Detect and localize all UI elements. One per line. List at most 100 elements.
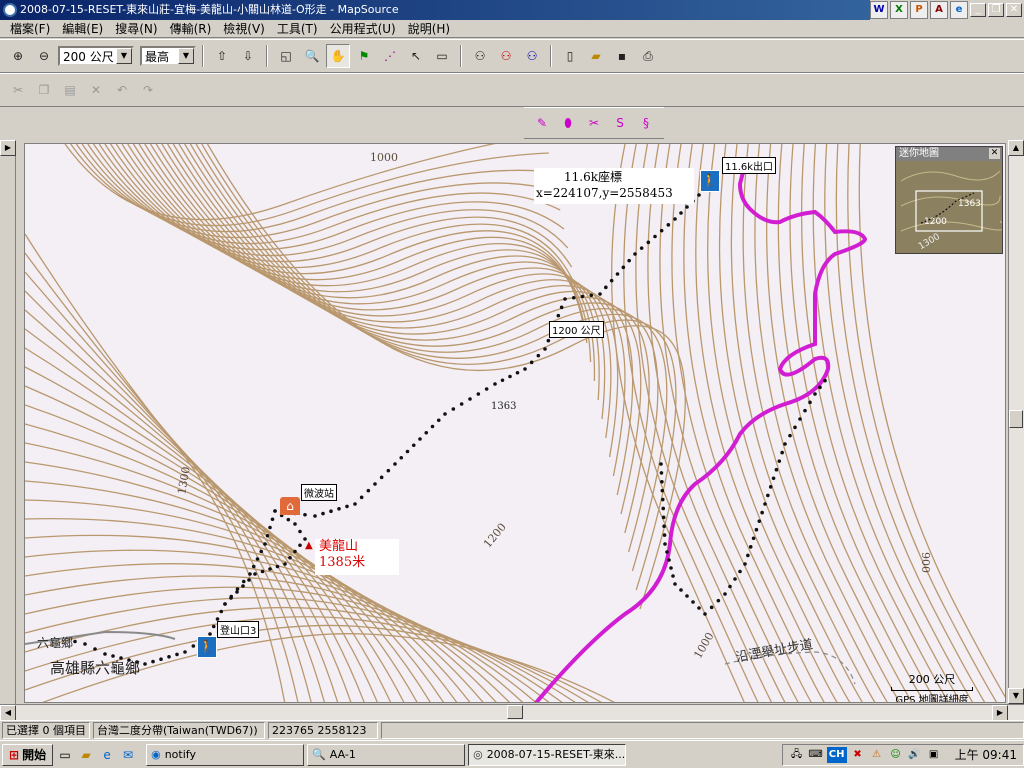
zoom-scale-select[interactable]: 200 公尺 ▼	[58, 46, 134, 66]
track-point	[639, 246, 644, 250]
zoom-in-icon[interactable]: ⊕	[6, 44, 30, 68]
scroll-up-icon[interactable]: ▲	[1008, 140, 1024, 156]
office-ie-icon[interactable]: e	[950, 1, 968, 19]
waypoint-entrance-label[interactable]: 登山口3	[217, 621, 260, 638]
track-point	[399, 455, 404, 460]
track-eraser-icon[interactable]: ⬮	[556, 111, 580, 135]
expand-panel-icon[interactable]: ▶	[0, 140, 16, 156]
taskbar-item-mapsource[interactable]: ◎ 2008-07-15-RESET-東來...	[468, 743, 627, 766]
menu-utilities[interactable]: 公用程式(U)	[324, 20, 402, 38]
office-powerpoint-icon[interactable]: P	[910, 1, 928, 19]
explorer-icon[interactable]: ▰	[77, 746, 95, 764]
house-icon[interactable]: ⌂	[280, 497, 300, 515]
vertical-scrollbar[interactable]: ▲ ▼	[1008, 140, 1024, 704]
scroll-down-icon[interactable]: ▼	[1008, 688, 1024, 704]
track-point	[411, 443, 416, 448]
zoom-tool-icon[interactable]: 🔍	[300, 44, 324, 68]
select-map-icon[interactable]: ◱	[274, 44, 298, 68]
cut-icon[interactable]: ✂	[6, 78, 30, 102]
find-nearby-icon[interactable]: ⚇	[494, 44, 518, 68]
antivirus-icon[interactable]: ✖	[850, 747, 866, 763]
taskbar-item-notify[interactable]: ◉ notify	[146, 743, 305, 766]
outlook-icon[interactable]: ✉	[119, 746, 137, 764]
security-icon[interactable]: ⚠	[869, 747, 885, 763]
menu-tools[interactable]: 工具(T)	[271, 20, 324, 38]
restore-button[interactable]: ❐	[988, 3, 1004, 17]
menu-file[interactable]: 檔案(F)	[4, 20, 56, 38]
copy-icon[interactable]: ❐	[32, 78, 56, 102]
delete-icon[interactable]: ✕	[84, 78, 108, 102]
new-file-icon[interactable]: ▯	[558, 44, 582, 68]
zoom-out-icon[interactable]: ⊖	[32, 44, 56, 68]
minimize-button[interactable]: _	[970, 3, 986, 17]
close-button[interactable]: ✕	[1006, 3, 1022, 17]
menu-transfer[interactable]: 傳輸(R)	[164, 20, 218, 38]
track-join-icon[interactable]: §	[634, 111, 658, 135]
vertical-scroll-thumb[interactable]	[1009, 410, 1023, 428]
track-point	[685, 205, 689, 209]
toolbar-separator	[266, 45, 268, 67]
track-edit-icon[interactable]: ✎	[530, 111, 554, 135]
menu-find[interactable]: 搜尋(N)	[109, 20, 163, 38]
track-connect-icon[interactable]: S	[608, 111, 632, 135]
office-excel-icon[interactable]: X	[890, 1, 908, 19]
network-icon[interactable]: 🖧	[789, 747, 805, 763]
language-indicator[interactable]: CH	[826, 746, 847, 763]
volume-icon[interactable]: 🔊	[907, 747, 923, 763]
menu-edit[interactable]: 編輯(E)	[56, 20, 109, 38]
search-icon: 🔍	[312, 747, 326, 761]
receive-from-device-icon[interactable]: ⇧	[210, 44, 234, 68]
waypoint-1200m-label[interactable]: 1200 公尺	[549, 321, 604, 338]
undo-icon[interactable]: ↶	[110, 78, 134, 102]
keyboard-icon[interactable]: ⌨	[808, 747, 824, 763]
hiker-icon[interactable]: 🚶	[197, 636, 217, 658]
peak-callout[interactable]: 美龍山 1385米	[315, 539, 399, 575]
save-disk-icon[interactable]: ▪	[610, 44, 634, 68]
track-point	[723, 592, 727, 596]
paste-icon[interactable]: ▤	[58, 78, 82, 102]
find-address-icon[interactable]: ⚇	[520, 44, 544, 68]
horizontal-scroll-thumb[interactable]	[507, 705, 523, 719]
selection-arrow-icon[interactable]: ↖	[404, 44, 428, 68]
close-icon[interactable]: ✕	[989, 148, 1000, 159]
detail-level-select[interactable]: 最高 ▼	[140, 46, 196, 66]
peak-triangle-icon[interactable]: ▲	[305, 540, 313, 551]
redo-icon[interactable]: ↷	[136, 78, 160, 102]
map-canvas[interactable]: 1000 1300 1200 1000 900 1363 11.6k座標 x=2…	[24, 143, 1006, 703]
track-point	[662, 524, 666, 529]
waypoint-microwave-label[interactable]: 微波站	[301, 484, 337, 501]
route-tool-icon[interactable]: ⋰	[378, 44, 402, 68]
mapsource-app-icon[interactable]	[3, 3, 17, 17]
monitor-icon[interactable]: ▣	[926, 747, 942, 763]
title-bar[interactable]: 2008-07-15-RESET-東來山莊-宜梅-美龍山-小關山林道-O形走 -…	[0, 0, 1024, 20]
desktop-icon[interactable]: ▭	[56, 746, 74, 764]
chevron-down-icon[interactable]: ▼	[178, 48, 194, 64]
start-button[interactable]: ⊞ 開始	[2, 743, 54, 766]
topo-map-svg[interactable]	[25, 144, 1006, 703]
print-icon[interactable]: ⎙	[636, 44, 660, 68]
waypoint-exit-label[interactable]: 11.6k出口	[722, 157, 777, 174]
taskbar-item-aa1[interactable]: 🔍 AA-1	[307, 743, 466, 766]
coord-callout[interactable]: 11.6k座標 x=224107,y=2558453	[534, 168, 694, 204]
open-folder-icon[interactable]: ▰	[584, 44, 608, 68]
menu-view[interactable]: 檢視(V)	[217, 20, 271, 38]
office-access-icon[interactable]: A	[930, 1, 948, 19]
send-to-device-icon[interactable]: ⇩	[236, 44, 260, 68]
overview-map-panel[interactable]: 迷你地圖 ✕ 1363 1200 1300	[895, 146, 1005, 254]
ie-icon[interactable]: e	[98, 746, 116, 764]
track-point	[543, 347, 547, 351]
track-divide-icon[interactable]: ✂	[582, 111, 606, 135]
chevron-down-icon[interactable]: ▼	[116, 48, 132, 64]
distance-measure-icon[interactable]: ▭	[430, 44, 454, 68]
office-word-icon[interactable]: W	[870, 1, 888, 19]
find-binoculars-icon[interactable]: ⚇	[468, 44, 492, 68]
scroll-left-icon[interactable]: ◀	[0, 705, 16, 721]
overview-title-bar: 迷你地圖 ✕	[896, 147, 1002, 161]
hand-pan-icon[interactable]: ✋	[326, 44, 350, 68]
waypoint-flag-icon[interactable]: ⚑	[352, 44, 376, 68]
hiker-icon[interactable]: 🚶	[700, 170, 720, 192]
scroll-right-icon[interactable]: ▶	[992, 705, 1008, 721]
messenger-icon[interactable]: ☺	[888, 747, 904, 763]
menu-help[interactable]: 說明(H)	[402, 20, 456, 38]
horizontal-scrollbar[interactable]: ◀ ▶	[0, 704, 1024, 721]
